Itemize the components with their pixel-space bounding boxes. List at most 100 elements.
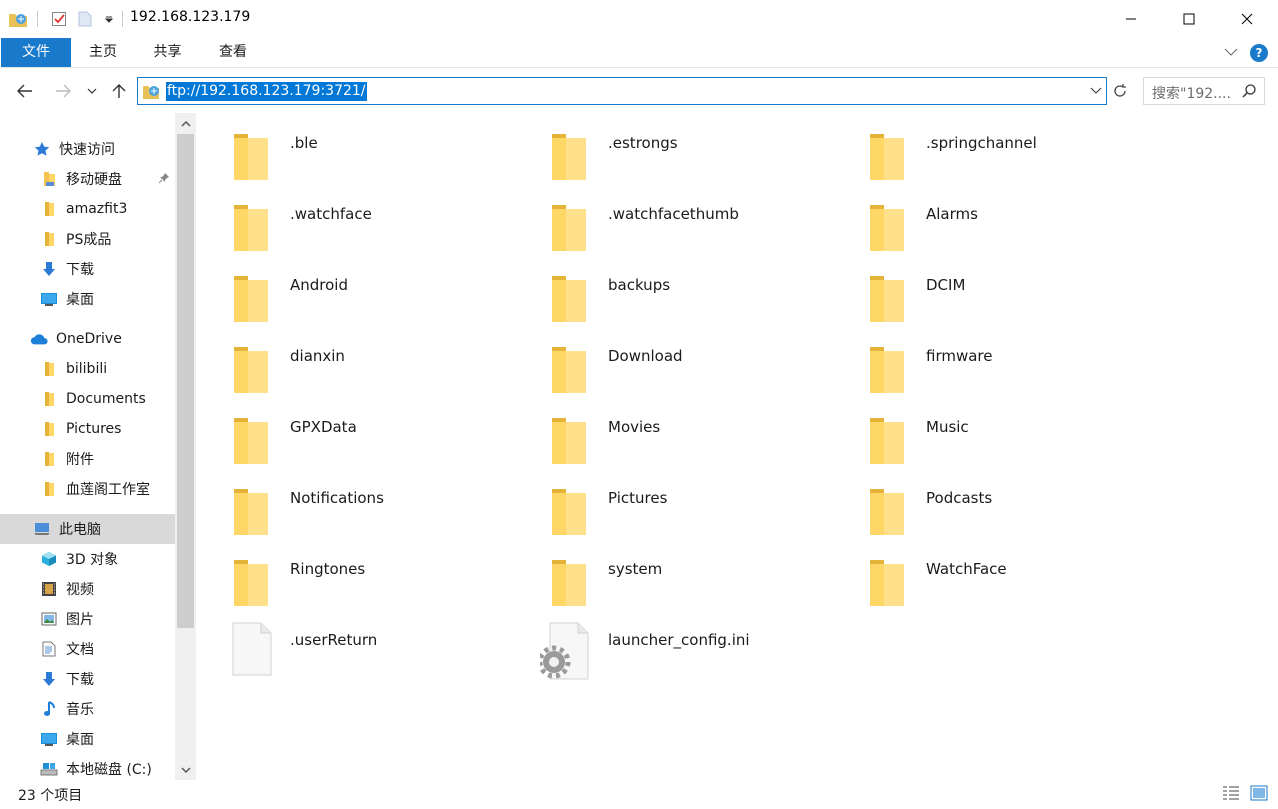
folder-item[interactable]: .watchface [196,184,496,254]
folder-icon [550,485,590,535]
sidebar-item-label: Documents [66,391,146,407]
large-icons-view-icon[interactable] [1250,785,1268,805]
folder-item[interactable]: dianxin [196,326,496,396]
file-item[interactable]: launcher_config.ini [514,610,814,680]
refresh-button[interactable] [1108,77,1132,105]
sidebar-item-pictures-od[interactable]: Pictures [0,414,175,444]
folder-item[interactable]: .watchfacethumb [514,184,814,254]
sidebar-item-documents[interactable]: 文档 [0,634,175,664]
pin-icon[interactable] [158,172,170,188]
sidebar-scrollbar[interactable] [175,113,196,780]
tab-home[interactable]: 主页 [71,38,135,67]
sidebar-item-pictures[interactable]: 图片 [0,604,175,634]
sidebar-item-quick-access[interactable]: 快速访问 [0,134,175,164]
tab-view[interactable]: 查看 [200,38,266,67]
folder-item[interactable]: firmware [832,326,1132,396]
sidebar-item-bilibili[interactable]: bilibili [0,354,175,384]
maximize-button[interactable] [1160,0,1218,38]
file-item[interactable]: .userReturn [196,610,496,680]
customize-chevron-down-icon[interactable] [100,8,118,30]
search-box[interactable]: 搜索"192.... [1143,77,1265,105]
address-dropdown-chevron-icon[interactable] [1090,84,1102,100]
item-name: system [608,560,663,578]
folder-icon [868,201,908,251]
item-name: .estrongs [608,134,678,152]
sidebar-item-ps-output[interactable]: PS成品 [0,224,175,254]
video-icon [40,580,58,598]
sidebar-item-label: 此电脑 [59,522,101,538]
sidebar-item-label: 文档 [66,642,94,658]
sidebar-item-desktop-quick[interactable]: 桌面 [0,284,175,314]
tab-share[interactable]: 共享 [135,38,200,67]
tab-file[interactable]: 文件 [1,38,71,67]
properties-icon[interactable] [48,8,70,30]
folder-item[interactable]: Alarms [832,184,1132,254]
folder-icon [550,414,590,464]
folder-item[interactable]: .ble [196,113,496,183]
folder-item[interactable]: Notifications [196,468,496,538]
folder-item[interactable]: WatchFace [832,539,1132,609]
item-name: Podcasts [926,489,993,507]
ftp-location-icon [142,82,160,100]
sidebar-item-studio[interactable]: 血莲阁工作室 [0,474,175,504]
sidebar-item-amazfit3[interactable]: amazfit3 [0,194,175,224]
search-input[interactable]: 搜索"192.... [1152,83,1231,103]
recent-locations-chevron-icon[interactable] [81,78,103,104]
sidebar-item-this-pc[interactable]: 此电脑 [0,514,175,544]
sidebar-item-desktop[interactable]: 桌面 [0,724,175,754]
computer-icon [33,520,51,538]
folder-item[interactable]: .springchannel [832,113,1132,183]
sidebar-item-3d-objects[interactable]: 3D 对象 [0,544,175,574]
download-icon [40,260,58,278]
up-button[interactable] [106,78,132,104]
folder-item[interactable]: Movies [514,397,814,467]
ribbon-tabs: 文件 主页 共享 查看 ? [0,38,1278,68]
folder-item[interactable]: Pictures [514,468,814,538]
sidebar-item-label: 3D 对象 [66,552,119,568]
folder-item[interactable]: Android [196,255,496,325]
sidebar-item-videos[interactable]: 视频 [0,574,175,604]
forward-button[interactable] [50,78,76,104]
folder-item[interactable]: GPXData [196,397,496,467]
expand-ribbon-chevron-icon[interactable] [1224,45,1238,61]
item-name: dianxin [290,347,345,365]
sidebar-item-local-disk-c[interactable]: 本地磁盘 (C:) [0,754,175,780]
download-icon [40,670,58,688]
new-folder-icon[interactable] [74,8,96,30]
sidebar-item-attachments[interactable]: 附件 [0,444,175,474]
close-button[interactable] [1218,0,1276,38]
scrollbar-thumb[interactable] [177,134,194,628]
item-name: .userReturn [290,631,378,649]
address-bar[interactable]: ftp://192.168.123.179:3721/ [137,77,1107,105]
help-icon[interactable]: ? [1250,44,1268,62]
folder-item[interactable]: Music [832,397,1132,467]
folder-icon [40,420,58,438]
sidebar-item-mobile-drive[interactable]: 移动硬盘 [0,164,175,194]
sidebar-item-documents-od[interactable]: Documents [0,384,175,414]
item-name: Ringtones [290,560,366,578]
sidebar-item-music[interactable]: 音乐 [0,694,175,724]
status-bar: 23 个项目 [0,780,1278,809]
picture-icon [40,610,58,628]
details-view-icon[interactable] [1222,785,1240,805]
back-button[interactable] [12,78,38,104]
folder-item[interactable]: backups [514,255,814,325]
scroll-up-chevron-icon[interactable] [175,113,196,134]
folder-item[interactable]: .estrongs [514,113,814,183]
sidebar-item-onedrive[interactable]: OneDrive [0,324,175,354]
sidebar-item-downloads[interactable]: 下载 [0,664,175,694]
folder-item[interactable]: Download [514,326,814,396]
folder-item[interactable]: Podcasts [832,468,1132,538]
scroll-down-chevron-icon[interactable] [175,759,196,780]
folder-icon [232,201,272,251]
folder-icon [868,414,908,464]
address-path[interactable]: ftp://192.168.123.179:3721/ [166,82,367,101]
search-icon[interactable] [1242,84,1256,102]
folder-item[interactable]: system [514,539,814,609]
file-icon [232,622,272,676]
folder-item[interactable]: DCIM [832,255,1132,325]
desktop-icon [40,290,58,308]
sidebar-item-downloads-quick[interactable]: 下载 [0,254,175,284]
folder-item[interactable]: Ringtones [196,539,496,609]
minimize-button[interactable] [1102,0,1160,38]
